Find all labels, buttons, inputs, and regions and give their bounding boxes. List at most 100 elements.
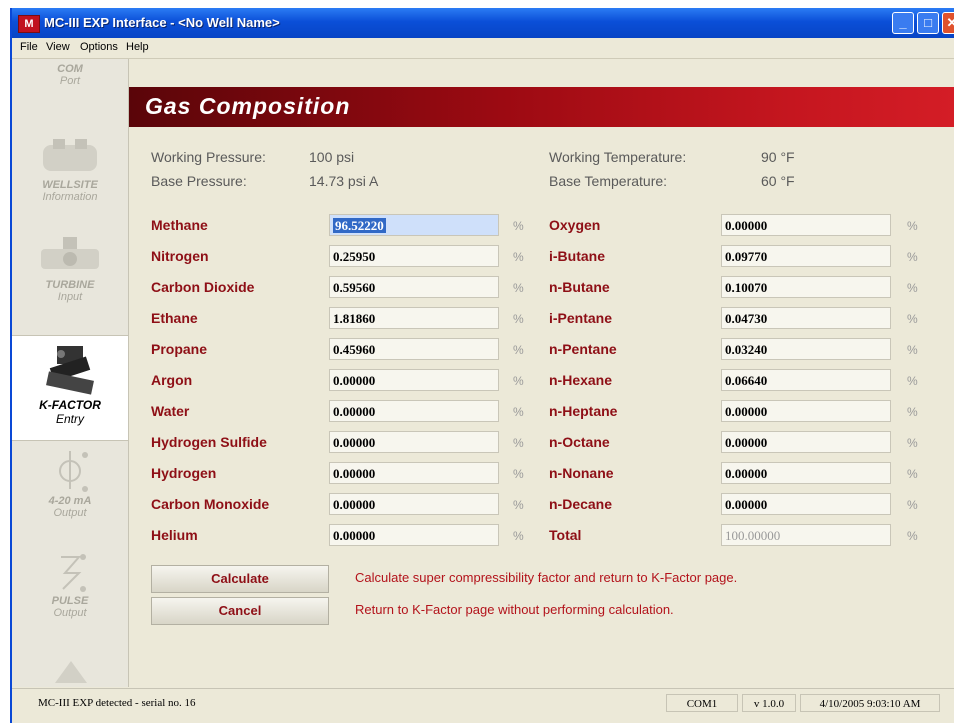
cancel-description: Return to K-Factor page without performi… bbox=[355, 602, 674, 617]
percent-unit: % bbox=[513, 343, 524, 357]
percent-unit: % bbox=[513, 250, 524, 264]
calculate-button[interactable]: Calculate bbox=[151, 565, 329, 593]
percent-unit: % bbox=[907, 250, 918, 264]
gas-value-field[interactable]: 0.00000 bbox=[721, 400, 891, 422]
percent-unit: % bbox=[907, 405, 918, 419]
working-pressure-label: Working Pressure: bbox=[151, 149, 266, 165]
close-button[interactable]: ✕ bbox=[942, 12, 954, 34]
base-temperature-label: Base Temperature: bbox=[549, 173, 668, 189]
com-port-status: COM1 bbox=[666, 694, 738, 712]
gas-value-field[interactable]: 0.06640 bbox=[721, 369, 891, 391]
datetime-status: 4/10/2005 9:03:10 AM bbox=[800, 694, 940, 712]
percent-unit: % bbox=[513, 467, 524, 481]
percent-unit: % bbox=[907, 436, 918, 450]
gas-value-field[interactable]: 1.81860 bbox=[329, 307, 499, 329]
menu-view[interactable]: View bbox=[46, 41, 70, 53]
sidebar-item-pulse[interactable]: PULSE Output bbox=[12, 549, 128, 633]
gas-label: Oxygen bbox=[549, 217, 601, 233]
menu-file[interactable]: File bbox=[20, 41, 38, 53]
gas-label: Carbon Monoxide bbox=[151, 496, 270, 512]
gas-value-field[interactable]: 0.00000 bbox=[329, 431, 499, 453]
app-logo-icon: M bbox=[18, 15, 40, 33]
gas-label: Water bbox=[151, 403, 190, 419]
sidebar-item-sublabel: Information bbox=[42, 191, 98, 203]
gas-value-field[interactable]: 96.52220 bbox=[329, 214, 499, 236]
gas-value-field[interactable]: 0.09770 bbox=[721, 245, 891, 267]
working-temperature-label: Working Temperature: bbox=[549, 149, 687, 165]
gas-label: n-Butane bbox=[549, 279, 610, 295]
sidebar-item-sublabel: Entry bbox=[55, 412, 84, 426]
turbine-icon bbox=[41, 237, 99, 269]
sidebar-item-label: WELLSITE bbox=[42, 179, 98, 191]
gas-value-field[interactable]: 0.00000 bbox=[721, 462, 891, 484]
gas-value-field[interactable]: 0.25950 bbox=[329, 245, 499, 267]
sidebar-item-more[interactable] bbox=[12, 655, 128, 687]
gas-value-field[interactable]: 0.03240 bbox=[721, 338, 891, 360]
percent-unit: % bbox=[907, 343, 918, 357]
gas-value-field[interactable]: 0.00000 bbox=[721, 431, 891, 453]
title-bar[interactable]: M MC-III EXP Interface - <No Well Name> … bbox=[12, 8, 954, 38]
calculate-description: Calculate super compressibility factor a… bbox=[355, 570, 738, 585]
gas-label: n-Octane bbox=[549, 434, 610, 450]
percent-unit: % bbox=[907, 529, 918, 543]
menu-help[interactable]: Help bbox=[126, 41, 149, 53]
partial-nav-icon bbox=[55, 661, 87, 683]
menu-bar: File View Options Help bbox=[12, 38, 954, 59]
gas-label: Argon bbox=[151, 372, 193, 388]
gas-label: Hydrogen bbox=[151, 465, 217, 481]
percent-unit: % bbox=[513, 405, 524, 419]
status-bar: MC-III EXP detected - serial no. 16 COM1… bbox=[12, 688, 954, 719]
gas-value-field[interactable]: 0.00000 bbox=[721, 214, 891, 236]
sidebar-item-sublabel: Output bbox=[53, 607, 87, 619]
percent-unit: % bbox=[907, 498, 918, 512]
percent-unit: % bbox=[907, 219, 918, 233]
gas-label: n-Heptane bbox=[549, 403, 618, 419]
gas-value-field[interactable]: 0.00000 bbox=[329, 462, 499, 484]
sidebar-item-label: K-FACTOR bbox=[39, 398, 101, 412]
analog-output-icon bbox=[59, 451, 88, 492]
sidebar-item-com-port[interactable]: COM Port bbox=[12, 63, 128, 109]
gas-label: n-Decane bbox=[549, 496, 613, 512]
total-value-field: 100.00000 bbox=[721, 524, 891, 546]
pulse-output-icon bbox=[61, 554, 86, 592]
maximize-button[interactable]: □ bbox=[917, 12, 939, 34]
app-window: M MC-III EXP Interface - <No Well Name> … bbox=[10, 8, 954, 723]
gas-value-field[interactable]: 0.45960 bbox=[329, 338, 499, 360]
percent-unit: % bbox=[907, 281, 918, 295]
gas-value-field[interactable]: 0.59560 bbox=[329, 276, 499, 298]
gas-value-field[interactable]: 0.00000 bbox=[329, 400, 499, 422]
percent-unit: % bbox=[513, 312, 524, 326]
gas-value-field[interactable]: 0.00000 bbox=[329, 369, 499, 391]
minimize-button[interactable]: _ bbox=[892, 12, 914, 34]
sidebar-item-wellsite[interactable]: WELLSITE Information bbox=[12, 135, 128, 219]
gas-label: Ethane bbox=[151, 310, 198, 326]
sidebar-item-4-20-ma[interactable]: 4-20 mA Output bbox=[12, 449, 128, 533]
percent-unit: % bbox=[513, 281, 524, 295]
percent-unit: % bbox=[907, 374, 918, 388]
percent-unit: % bbox=[513, 374, 524, 388]
wellsite-icon bbox=[43, 139, 97, 171]
gas-label: Hydrogen Sulfide bbox=[151, 434, 267, 450]
gas-label: n-Pentane bbox=[549, 341, 617, 357]
gas-label: Methane bbox=[151, 217, 208, 233]
gas-value-field[interactable]: 0.00000 bbox=[721, 493, 891, 515]
k-factor-icon bbox=[46, 346, 94, 395]
menu-options[interactable]: Options bbox=[80, 41, 118, 53]
gas-value-field[interactable]: 0.00000 bbox=[329, 524, 499, 546]
main-panel: Gas Composition Working Pressure: 100 ps… bbox=[129, 59, 954, 687]
sidebar-item-sublabel: Input bbox=[57, 291, 83, 303]
gas-label: Propane bbox=[151, 341, 208, 357]
gas-label: i-Butane bbox=[549, 248, 605, 264]
gas-value-field[interactable]: 0.10070 bbox=[721, 276, 891, 298]
working-pressure-value: 100 psi bbox=[309, 149, 355, 165]
working-temperature-value: 90 °F bbox=[761, 149, 795, 165]
gas-value-text: 96.52220 bbox=[333, 218, 386, 233]
gas-value-field[interactable]: 0.04730 bbox=[721, 307, 891, 329]
device-status: MC-III EXP detected - serial no. 16 bbox=[38, 697, 196, 709]
sidebar-item-k-factor[interactable]: K-FACTOR Entry bbox=[12, 335, 128, 441]
gas-value-field[interactable]: 0.00000 bbox=[329, 493, 499, 515]
percent-unit: % bbox=[513, 498, 524, 512]
sidebar-item-turbine[interactable]: TURBINE Input bbox=[12, 235, 128, 319]
cancel-button[interactable]: Cancel bbox=[151, 597, 329, 625]
sidebar: COM Port WELLSITE Information TURBINE In… bbox=[12, 59, 129, 687]
